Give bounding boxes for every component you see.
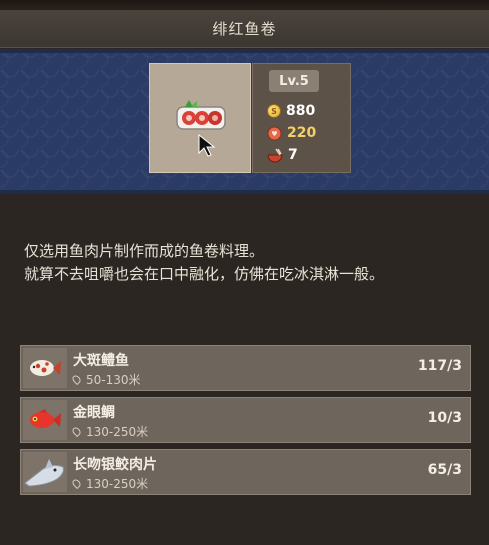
page-title: 绯红鱼卷 xyxy=(212,20,277,38)
location-pin-icon xyxy=(70,373,83,386)
ingredient-row[interactable]: 大斑鳢鱼 50-130米 117/3 xyxy=(20,345,471,391)
cursor-icon xyxy=(198,134,216,157)
ingredient-count: 65/3 xyxy=(427,462,462,478)
hearts-value: 220 xyxy=(287,125,317,141)
item-slot[interactable] xyxy=(149,63,251,173)
title-bar: 绯红鱼卷 xyxy=(0,10,489,48)
item-banner: Lv.5 S 880 220 7 xyxy=(0,49,489,194)
ingredient-range-text: 130-250米 xyxy=(86,425,149,439)
ingredient-row[interactable]: 长吻银鲛肉片 130-250米 65/3 xyxy=(20,449,471,495)
ingredient-count: 117/3 xyxy=(417,358,462,374)
ingredient-row[interactable]: 金眼鲷 130-250米 10/3 xyxy=(20,397,471,443)
ingredient-range-text: 130-250米 xyxy=(86,477,149,491)
level-badge: Lv.5 xyxy=(269,70,319,92)
spotted-fish-icon xyxy=(23,348,67,388)
servings-stat: 7 xyxy=(267,146,298,164)
bowl-icon xyxy=(267,148,283,163)
price-value: 880 xyxy=(286,103,316,119)
description-line-1: 仅选用鱼肉片制作而成的鱼卷料理。 xyxy=(24,242,265,260)
ingredient-name: 金眼鲷 xyxy=(73,405,115,421)
location-pin-icon xyxy=(70,425,83,438)
ingredient-name: 长吻银鲛肉片 xyxy=(73,457,157,473)
fish-roll-icon xyxy=(176,100,226,130)
ingredient-range-text: 50-130米 xyxy=(86,373,141,387)
top-strip xyxy=(0,0,489,10)
heart-stat: 220 xyxy=(267,124,316,142)
longnose-chimaera-icon xyxy=(23,452,67,492)
coin-icon: S xyxy=(267,104,281,118)
banner-edge-bottom xyxy=(0,190,489,194)
banner-edge-top xyxy=(0,49,489,53)
ingredient-range: 50-130米 xyxy=(70,371,141,388)
item-stats-panel: Lv.5 S 880 220 7 xyxy=(252,63,351,173)
ingredient-list: 大斑鳢鱼 50-130米 117/3 金眼鲷 130-250米 10/3 长吻银… xyxy=(20,345,471,501)
servings-value: 7 xyxy=(288,147,298,163)
item-description: 仅选用鱼肉片制作而成的鱼卷料理。 就算不去咀嚼也会在口中融化，仿佛在吃冰淇淋一般… xyxy=(24,240,474,286)
ingredient-name: 大斑鳢鱼 xyxy=(73,353,129,369)
ingredient-range: 130-250米 xyxy=(70,423,149,440)
description-line-2: 就算不去咀嚼也会在口中融化，仿佛在吃冰淇淋一般。 xyxy=(24,265,385,283)
heart-face-icon xyxy=(267,126,282,140)
ingredient-range: 130-250米 xyxy=(70,475,149,492)
ingredient-count: 10/3 xyxy=(427,410,462,426)
location-pin-icon xyxy=(70,477,83,490)
red-fish-icon xyxy=(23,400,67,440)
price-stat: S 880 xyxy=(267,102,315,120)
